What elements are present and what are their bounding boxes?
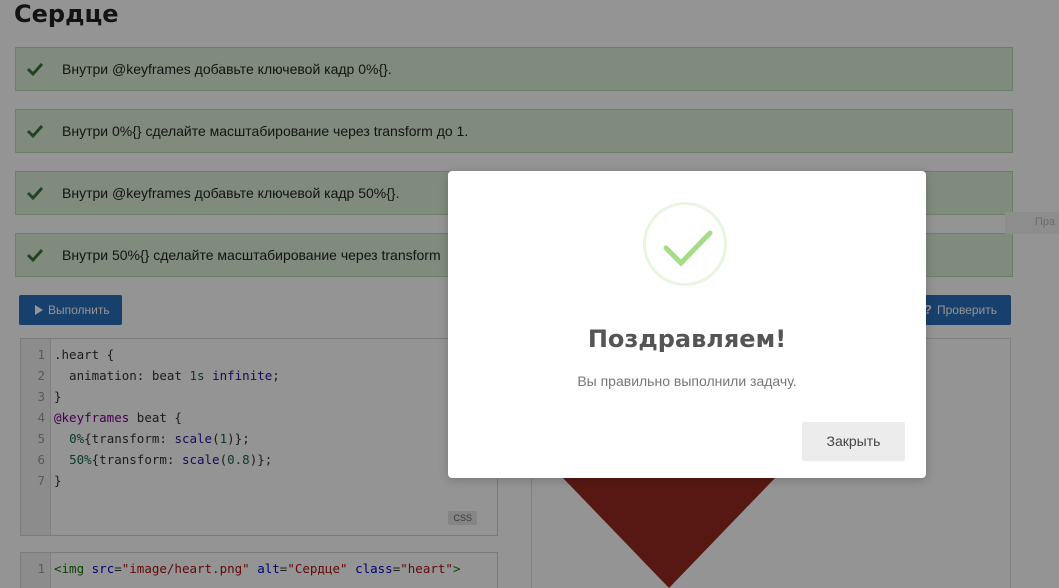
- page: Сердце Внутри @keyframes добавьте ключев…: [0, 0, 1059, 588]
- checkmark-icon: [663, 230, 713, 267]
- modal-message: Вы правильно выполнили задачу.: [577, 373, 797, 389]
- modal-title: Поздравляем!: [587, 325, 787, 353]
- success-icon: [643, 202, 727, 286]
- success-modal: Поздравляем! Вы правильно выполнили зада…: [448, 171, 926, 478]
- close-button[interactable]: Закрыть: [802, 422, 905, 461]
